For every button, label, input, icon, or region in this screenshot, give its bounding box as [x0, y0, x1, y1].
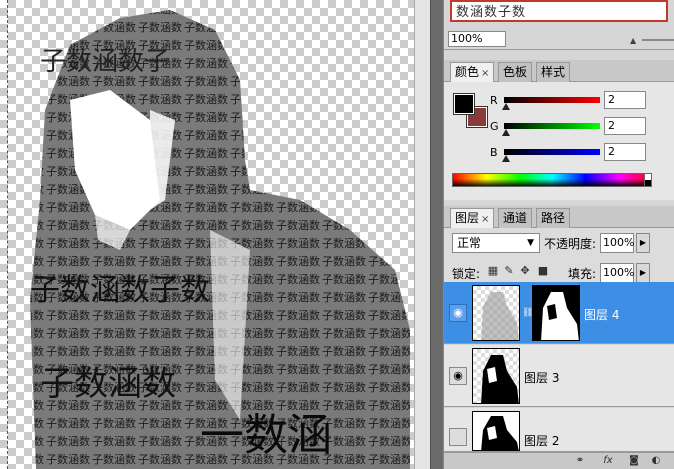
panel-dock-bar[interactable] — [430, 0, 444, 469]
guide-line — [7, 0, 8, 469]
red-slider[interactable] — [504, 97, 600, 103]
canvas-scroll-area[interactable] — [414, 0, 430, 469]
zoom-out-icon[interactable]: ▲ — [630, 36, 636, 45]
mask-silhouette — [541, 292, 579, 340]
tab-channels[interactable]: 通道 — [498, 208, 533, 228]
layers-panel-tabs: 图层 × 通道 路径 — [444, 206, 674, 229]
green-value-field[interactable]: 2 — [604, 117, 646, 135]
tab-layers[interactable]: 图层 × — [450, 208, 495, 229]
foreground-color-swatch[interactable] — [453, 93, 475, 115]
green-label: G — [490, 120, 499, 133]
adjustment-icon[interactable]: ◐ — [648, 454, 664, 468]
tab-color[interactable]: 颜色 × — [450, 62, 495, 83]
opacity-arrow-button[interactable]: ▶ — [636, 233, 650, 253]
layer-thumbnail[interactable] — [472, 348, 520, 404]
lock-label: 锁定: — [452, 267, 481, 281]
red-value-field[interactable]: 2 — [604, 91, 646, 109]
panel-column: 数涵数子数 100% ▲ 颜色 × 色板 样式 R 2 G 2 B 2 图层 × 通… — [444, 0, 674, 469]
navigator-thumbnail-text: 数涵数子数 — [456, 5, 527, 20]
lock-move-icon[interactable]: ✥ — [518, 264, 532, 278]
visibility-toggle-empty[interactable] — [449, 428, 467, 446]
document-canvas[interactable]: 子数涵数 子数涵数子 子数涵数子数 子数涵数 一数涵 — [0, 0, 414, 469]
lock-all-icon[interactable]: ■ — [536, 264, 550, 278]
layer-row-4[interactable]: ◉ ⛓ 图层 4 — [444, 282, 674, 344]
layer-thumbnail[interactable] — [472, 411, 520, 451]
layer-thumbnail-art — [481, 292, 519, 340]
tab-paths[interactable]: 路径 — [536, 208, 571, 228]
lock-transparency-icon[interactable]: ▦ — [486, 264, 500, 278]
green-slider-thumb[interactable] — [502, 129, 510, 136]
opacity-field[interactable]: 100% — [600, 233, 634, 253]
layer-thumbnail-art — [481, 416, 519, 450]
eye-icon[interactable]: ◉ — [449, 367, 467, 385]
chevron-down-icon: ▼ — [527, 238, 534, 248]
layer-row-2[interactable]: 图层 2 — [444, 408, 674, 452]
blend-mode-select[interactable]: 正常 ▼ — [452, 233, 540, 253]
red-slider-thumb[interactable] — [502, 103, 510, 110]
layers-footer-toolbar: ⚭ fx ◙ ◐ — [444, 452, 674, 469]
layer-options: 正常 ▼ 不透明度: 100% ▶ 锁定: ▦ ✎ ✥ ■ 填充: 100% ▶ — [444, 228, 674, 284]
blue-label: B — [490, 146, 498, 159]
lock-paint-icon[interactable]: ✎ — [502, 264, 516, 278]
layer-mask-thumbnail[interactable] — [532, 285, 580, 341]
blue-slider[interactable] — [504, 149, 600, 155]
tab-swatches[interactable]: 色板 — [498, 62, 533, 82]
color-panel-tabs: 颜色 × 色板 样式 — [444, 60, 674, 83]
canvas-text-3: 子数涵数 — [40, 364, 176, 404]
fx-icon[interactable]: fx — [600, 454, 616, 468]
layer-name[interactable]: 图层 4 — [584, 306, 619, 323]
opacity-label: 不透明度: — [544, 237, 597, 251]
red-label: R — [490, 94, 498, 107]
green-slider[interactable] — [504, 123, 600, 129]
layer-row-3[interactable]: ◉ 图层 3 — [444, 345, 674, 407]
eye-icon[interactable]: ◉ — [449, 304, 467, 322]
zoom-input[interactable]: 100% — [448, 31, 506, 47]
fill-label: 填充: — [568, 267, 597, 281]
fill-field[interactable]: 100% — [600, 263, 634, 283]
black-white-swatch[interactable] — [644, 173, 652, 187]
color-panel: R 2 G 2 B 2 — [444, 82, 674, 200]
mask-icon[interactable]: ◙ — [626, 454, 642, 468]
link-icon[interactable]: ⚭ — [572, 454, 588, 468]
tab-styles[interactable]: 样式 — [536, 62, 571, 82]
navigator-thumbnail[interactable]: 数涵数子数 — [450, 0, 668, 22]
color-spectrum[interactable] — [452, 173, 652, 187]
layer-thumbnail-art — [481, 355, 519, 403]
layer-name[interactable]: 图层 3 — [524, 369, 559, 386]
layer-name[interactable]: 图层 2 — [524, 432, 559, 449]
fill-arrow-button[interactable]: ▶ — [636, 263, 650, 283]
close-icon[interactable]: × — [481, 214, 489, 225]
blue-slider-thumb[interactable] — [502, 155, 510, 162]
canvas-text-4: 一数涵 — [200, 410, 332, 461]
close-icon[interactable]: × — [481, 68, 489, 79]
layer-thumbnail[interactable] — [472, 285, 520, 341]
canvas-text-2: 子数涵数子数 — [30, 273, 210, 308]
blue-value-field[interactable]: 2 — [604, 143, 646, 161]
zoom-slider[interactable] — [642, 39, 674, 41]
artwork: 子数涵数 子数涵数子 子数涵数子数 子数涵数 一数涵 — [30, 10, 410, 469]
navigator-zoom-row: 100% ▲ — [444, 28, 674, 50]
canvas-text-1: 子数涵数子 — [40, 47, 170, 77]
